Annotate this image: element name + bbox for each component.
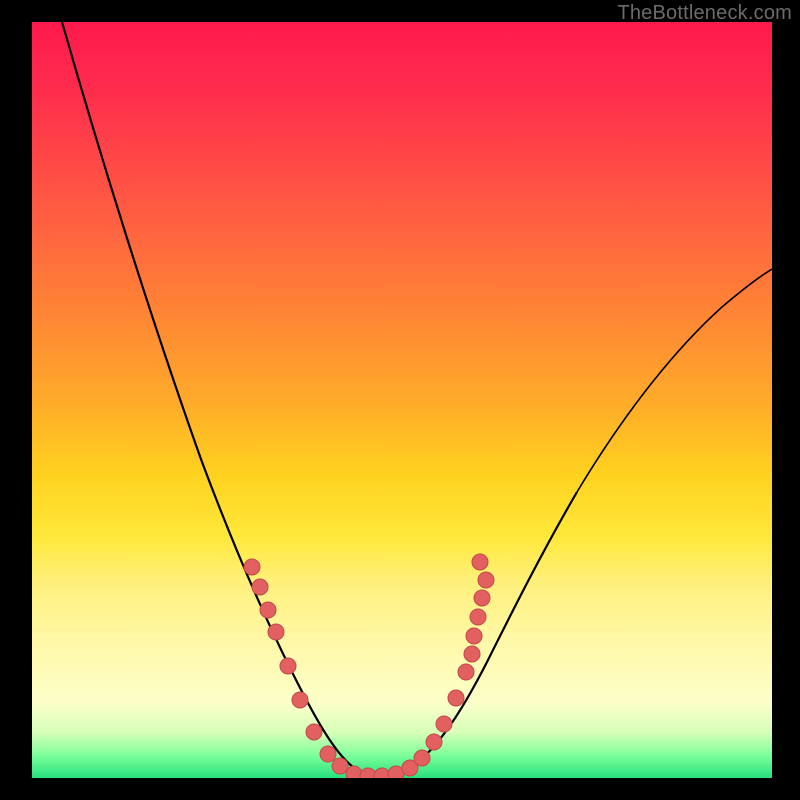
- watermark-text: TheBottleneck.com: [617, 2, 792, 25]
- chart-svg: [32, 22, 772, 778]
- data-points: [244, 554, 494, 778]
- plot-area: [32, 22, 772, 778]
- right-curve-upper: [577, 269, 772, 492]
- left-curve: [62, 22, 380, 776]
- chart-frame: TheBottleneck.com: [0, 0, 800, 800]
